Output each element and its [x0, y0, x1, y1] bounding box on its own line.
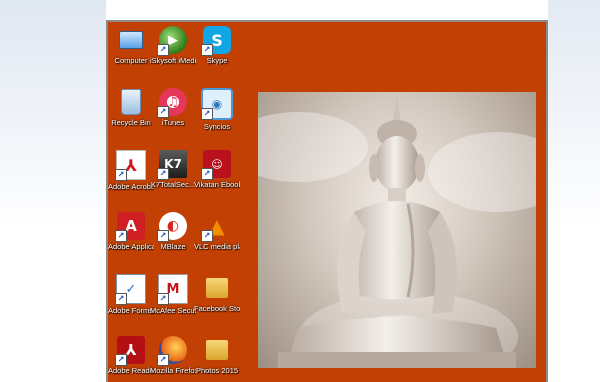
desktop-icon-adobe-application[interactable]: A↗ Adobe Applicati...	[108, 212, 154, 251]
wallpaper-image	[258, 92, 536, 368]
shortcut-arrow-icon: ↗	[157, 168, 169, 180]
vlc-icon: ▲ ↗	[201, 212, 231, 242]
shortcut-arrow-icon: ↗	[115, 293, 127, 305]
icon-label: iSkysoft iMedia ...	[150, 56, 196, 65]
desktop-icon-vikatan[interactable]: ☺↗ Vikatan Ebooks	[194, 150, 240, 189]
itunes-icon: ♫ ↗	[157, 88, 187, 118]
icon-label: K7TotalSec...	[150, 180, 196, 189]
page-background-right	[548, 0, 600, 382]
icon-label: Skype	[206, 56, 228, 65]
desktop-icon-adobe-reader[interactable]: ⅄↗ Adobe Reader 8	[108, 336, 154, 375]
folder-icon	[203, 336, 231, 364]
shortcut-arrow-icon: ↗	[201, 108, 213, 120]
desktop-icon-recycle-bin[interactable]: Recycle Bin	[108, 88, 154, 127]
desktop-icon-mcafee[interactable]: M↗ McAfee Security Sc...	[150, 274, 196, 315]
shortcut-arrow-icon: ↗	[115, 230, 127, 242]
icon-label: Adobe Applicati...	[108, 242, 154, 251]
desktop-icon-itunes[interactable]: ♫ ↗ iTunes	[150, 88, 196, 127]
shortcut-arrow-icon: ↗	[115, 354, 127, 366]
icon-label: McAfee Security Sc...	[150, 306, 196, 315]
shortcut-arrow-icon: ↗	[157, 44, 169, 56]
icon-label: Adobe Acrobat...	[108, 182, 154, 191]
shortcut-arrow-icon: ↗	[157, 293, 169, 305]
folder-icon	[203, 274, 231, 302]
desktop-icon-forms-central[interactable]: ✓↗ Adobe FormsCentral	[108, 274, 154, 315]
adobe-acrobat-icon: ⅄ ↗	[115, 150, 146, 181]
syncios-icon: ◉ ↗	[201, 88, 233, 120]
shortcut-arrow-icon: ↗	[157, 106, 169, 118]
recycle-bin-icon	[117, 88, 145, 116]
icon-label: Facebook Stories 2015	[194, 304, 240, 313]
desktop-icon-vlc[interactable]: ▲↗ VLC media player	[194, 212, 240, 251]
computer-icon	[117, 26, 145, 54]
icon-label: Computer	[114, 56, 148, 65]
mblaze-icon: ◐ ↗	[157, 212, 187, 242]
icon-label: Syncios	[203, 122, 231, 131]
iskysoft-icon: ▶ ↗	[157, 26, 187, 56]
mcafee-icon: M ↗	[157, 274, 188, 305]
icon-label: Adobe Reader 8	[108, 366, 154, 375]
desktop-icon-iskysoft[interactable]: ▶↗ iSkysoft iMedia ...	[150, 26, 196, 65]
desktop-icon-firefox[interactable]: ↗ Mozilla Firefox	[150, 336, 196, 375]
skype-icon: S ↗	[201, 26, 231, 56]
desktop-icon-mblaze[interactable]: ◐ ↗ MBlaze	[150, 212, 196, 251]
icon-label: iTunes	[161, 118, 185, 127]
desktop-icon-skype[interactable]: S ↗ Skype	[194, 26, 240, 65]
buddha-statue-icon	[278, 96, 516, 368]
icon-label: Photos 2015	[195, 366, 239, 375]
desktop: Computer ▶↗ iSkysoft iMedia ... S↗ Skype…	[108, 22, 546, 382]
icon-label: Adobe FormsCentral	[108, 306, 154, 315]
forms-central-icon: ✓ ↗	[115, 274, 146, 305]
icon-label: Vikatan Ebooks	[194, 180, 240, 189]
shortcut-arrow-icon: ↗	[157, 230, 169, 242]
top-strip	[106, 0, 548, 20]
shortcut-arrow-icon: ↗	[201, 44, 213, 56]
adobe-application-icon: A ↗	[115, 212, 145, 242]
shortcut-arrow-icon: ↗	[115, 169, 127, 181]
desktop-icon-syncios[interactable]: ◉ ↗ Syncios	[194, 88, 240, 131]
desktop-icon-computer[interactable]: Computer	[108, 26, 154, 65]
shortcut-arrow-icon: ↗	[157, 354, 169, 366]
k7-icon: K7 ↗	[157, 150, 187, 180]
firefox-icon: ↗	[157, 336, 187, 366]
shortcut-arrow-icon: ↗	[201, 230, 213, 242]
desktop-icon-adobe-acrobat[interactable]: ⅄↗ Adobe Acrobat...	[108, 150, 154, 191]
icon-label: MBlaze	[160, 242, 186, 251]
desktop-icon-photos[interactable]: Photos 2015	[194, 336, 240, 375]
desktop-icon-facebook-stories[interactable]: Facebook Stories 2015	[194, 274, 240, 313]
vikatan-icon: ☺ ↗	[201, 150, 231, 180]
page-background-left	[0, 0, 106, 382]
icon-label: VLC media player	[194, 242, 240, 251]
adobe-reader-icon: ⅄ ↗	[115, 336, 145, 366]
icon-label: Mozilla Firefox	[150, 366, 196, 375]
icon-label: Recycle Bin	[111, 118, 151, 127]
shortcut-arrow-icon: ↗	[201, 168, 213, 180]
desktop-icon-k7[interactable]: K7 ↗ K7TotalSec...	[150, 150, 196, 189]
